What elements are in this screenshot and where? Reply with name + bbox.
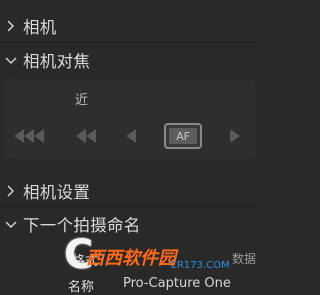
section-title-camera-settings: 相机设置 [23, 182, 91, 202]
section-header-camera-settings[interactable]: 相机设置 [0, 174, 256, 207]
chevron-right-icon [7, 19, 15, 32]
near-label: 近 [75, 93, 89, 108]
section-header-next-capture-name[interactable]: 下一个拍摄命名 [0, 207, 256, 240]
focus-far-left-button[interactable] [12, 124, 48, 148]
name-value: Pro-Capture One [123, 276, 231, 291]
section-header-camera-focus[interactable]: 相机对焦 [0, 43, 256, 76]
section-title-camera-focus: 相机对焦 [23, 51, 91, 71]
chevron-down-icon [5, 220, 17, 228]
watermark-brand: 西西软件园 [86, 248, 176, 269]
name-label: 名称 [68, 280, 95, 295]
focus-medium-left-button[interactable] [74, 124, 100, 148]
section-title-camera: 相机 [23, 17, 57, 37]
site-watermark: C 西西软件园 CR173.COM [58, 232, 244, 278]
focus-small-right-button[interactable] [228, 124, 242, 148]
watermark-url: CR173.COM [170, 260, 230, 271]
chevron-down-icon [5, 56, 17, 64]
autofocus-label: AF [169, 128, 197, 144]
chevron-right-icon [7, 184, 15, 197]
section-header-camera[interactable]: 相机 [0, 9, 256, 42]
focus-small-left-button[interactable] [124, 124, 138, 148]
autofocus-button[interactable]: AF [164, 123, 202, 149]
